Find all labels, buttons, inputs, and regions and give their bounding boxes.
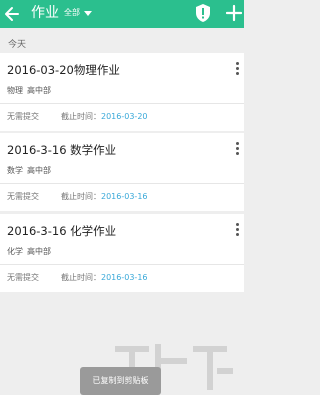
homework-card[interactable]: 2016-03-20物理作业 物理 高中部 无需提交 截止时间：2016-03-2… — [0, 53, 244, 131]
homework-card[interactable]: 2016-3-16 数学作业 数学 高中部 无需提交 截止时间：2016-03-1… — [0, 133, 244, 211]
card-subject: 数学 — [7, 166, 23, 175]
filter-dropdown[interactable]: 全部 — [64, 6, 92, 20]
divider — [0, 264, 244, 265]
card-school: 高中部 — [27, 247, 51, 256]
card-school: 高中部 — [27, 166, 51, 175]
card-status: 无需提交 — [7, 112, 39, 121]
card-deadline: 截止时间：2016-03-16 — [61, 191, 148, 202]
card-subject: 物理 — [7, 86, 23, 95]
deadline-date: 2016-03-16 — [101, 273, 148, 282]
more-vertical-icon[interactable] — [234, 142, 240, 158]
page-title: 作业 — [31, 5, 59, 21]
card-meta: 化学 高中部 — [7, 246, 51, 257]
deadline-date: 2016-03-20 — [101, 112, 148, 121]
back-arrow-icon[interactable] — [3, 4, 21, 24]
chevron-down-icon — [84, 10, 92, 16]
toast-message: 已复制到剪贴板 — [80, 367, 161, 395]
card-status: 无需提交 — [7, 192, 39, 201]
section-label-today: 今天 — [8, 40, 27, 50]
card-meta: 物理 高中部 — [7, 85, 51, 96]
card-deadline: 截止时间：2016-03-16 — [61, 272, 148, 283]
card-title: 2016-3-16 化学作业 — [7, 224, 117, 238]
plus-icon[interactable] — [226, 3, 242, 23]
card-deadline: 截止时间：2016-03-20 — [61, 111, 148, 122]
card-school: 高中部 — [27, 86, 51, 95]
card-meta: 数学 高中部 — [7, 165, 51, 176]
divider — [0, 103, 244, 104]
card-title: 2016-03-20物理作业 — [7, 63, 120, 77]
card-status: 无需提交 — [7, 273, 39, 282]
filter-label: 全部 — [64, 8, 80, 17]
more-vertical-icon[interactable] — [234, 223, 240, 239]
deadline-date: 2016-03-16 — [101, 192, 148, 201]
card-subject: 化学 — [7, 247, 23, 256]
shield-alert-icon[interactable] — [195, 3, 211, 23]
deadline-label: 截止时间： — [61, 273, 101, 282]
deadline-label: 截止时间： — [61, 192, 101, 201]
more-vertical-icon[interactable] — [234, 62, 240, 78]
app-bar: 作业 全部 — [0, 0, 244, 28]
card-title: 2016-3-16 数学作业 — [7, 143, 117, 157]
homework-card[interactable]: 2016-3-16 化学作业 化学 高中部 无需提交 截止时间：2016-03-1… — [0, 214, 244, 292]
deadline-label: 截止时间： — [61, 112, 101, 121]
divider — [0, 183, 244, 184]
